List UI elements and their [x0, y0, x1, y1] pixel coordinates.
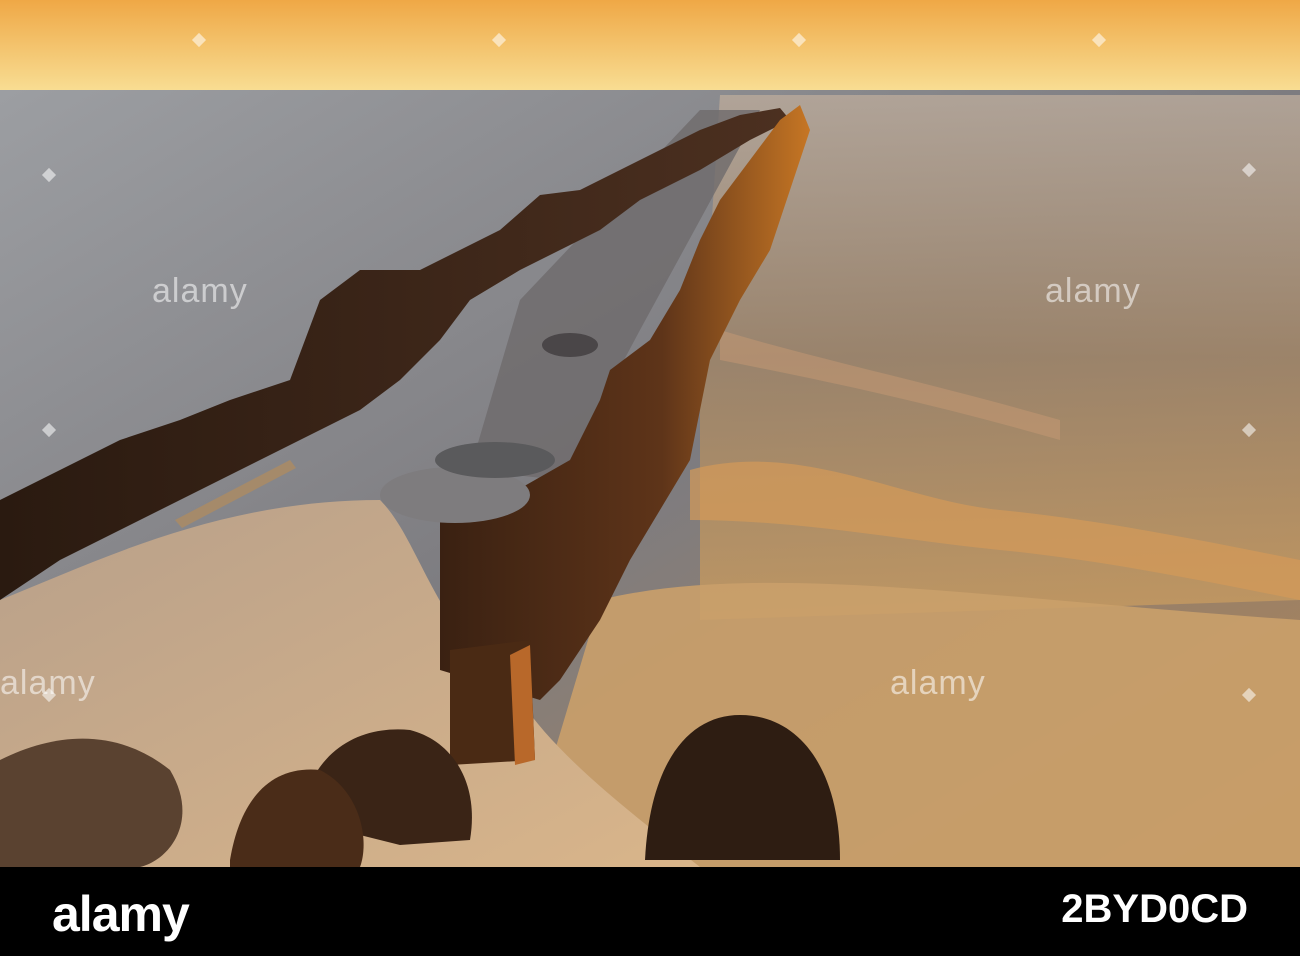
stock-photo-frame: alamy alamy alamy alamy alamy 2BYD0CD: [0, 0, 1300, 956]
image-id: 2BYD0CD: [1061, 887, 1248, 931]
sky: [0, 0, 1300, 92]
alamy-logo: alamy: [52, 886, 190, 942]
photo-groyne-sunset: alamy alamy alamy alamy: [0, 0, 1300, 867]
stock-footer-bar: alamy 2BYD0CD: [0, 867, 1300, 956]
